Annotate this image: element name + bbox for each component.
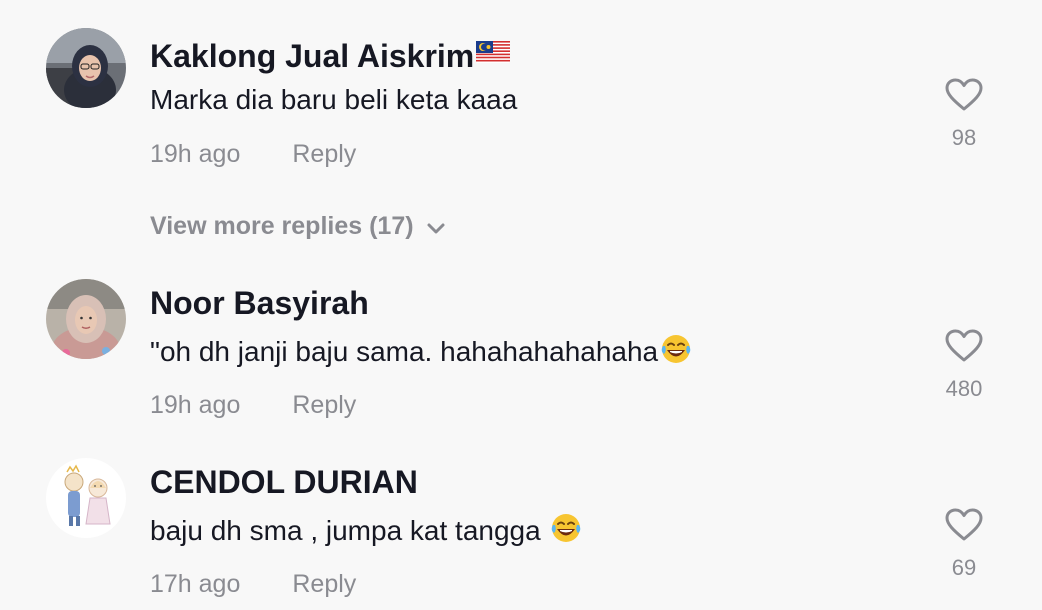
view-more-replies-label: View more replies (17) (150, 212, 414, 240)
like-count: 480 (945, 376, 983, 401)
comment-meta: 17h ago Reply (150, 568, 356, 600)
laughing-tears-emoji-icon (660, 333, 692, 374)
comment-username[interactable]: Noor Basyirah (150, 283, 369, 323)
comment-meta: 19h ago Reply (150, 138, 356, 170)
heart-icon[interactable] (945, 508, 983, 542)
like-count: 98 (951, 125, 977, 150)
like-count: 69 (951, 555, 977, 580)
view-more-replies-button[interactable]: View more replies (17) (150, 210, 446, 244)
heart-icon[interactable] (945, 78, 983, 112)
comment-text: Marka dia baru beli keta kaaa (150, 84, 518, 115)
malaysia-flag-icon (476, 32, 511, 72)
chevron-down-icon (426, 212, 446, 244)
laughing-tears-emoji-icon (550, 512, 582, 553)
comment-text: baju dh sma , jumpa kat tangga (150, 512, 582, 553)
comment-time: 19h ago (150, 391, 241, 419)
comment-text: "oh dh janji baju sama. hahahahahahaha (150, 333, 692, 374)
like-control: 98 (924, 78, 1004, 152)
comment-time: 17h ago (150, 570, 241, 598)
comment-text-content: baju dh sma , jumpa kat tangga (150, 515, 549, 546)
avatar[interactable] (46, 279, 126, 359)
comment-meta: 19h ago Reply (150, 389, 356, 421)
comment-text-content: "oh dh janji baju sama. hahahahahahaha (150, 336, 659, 367)
reply-button[interactable]: Reply (292, 391, 356, 419)
comment-username[interactable]: Kaklong Jual Aiskrim (150, 32, 511, 76)
like-control: 69 (924, 508, 1004, 582)
avatar[interactable] (46, 458, 126, 538)
comment-username[interactable]: CENDOL DURIAN (150, 462, 418, 502)
reply-button[interactable]: Reply (292, 570, 356, 598)
heart-icon[interactable] (945, 329, 983, 363)
comment-time: 19h ago (150, 140, 241, 168)
comment-username-text: Kaklong Jual Aiskrim (150, 38, 475, 74)
reply-button[interactable]: Reply (292, 140, 356, 168)
like-control: 480 (924, 329, 1004, 403)
avatar[interactable] (46, 28, 126, 108)
